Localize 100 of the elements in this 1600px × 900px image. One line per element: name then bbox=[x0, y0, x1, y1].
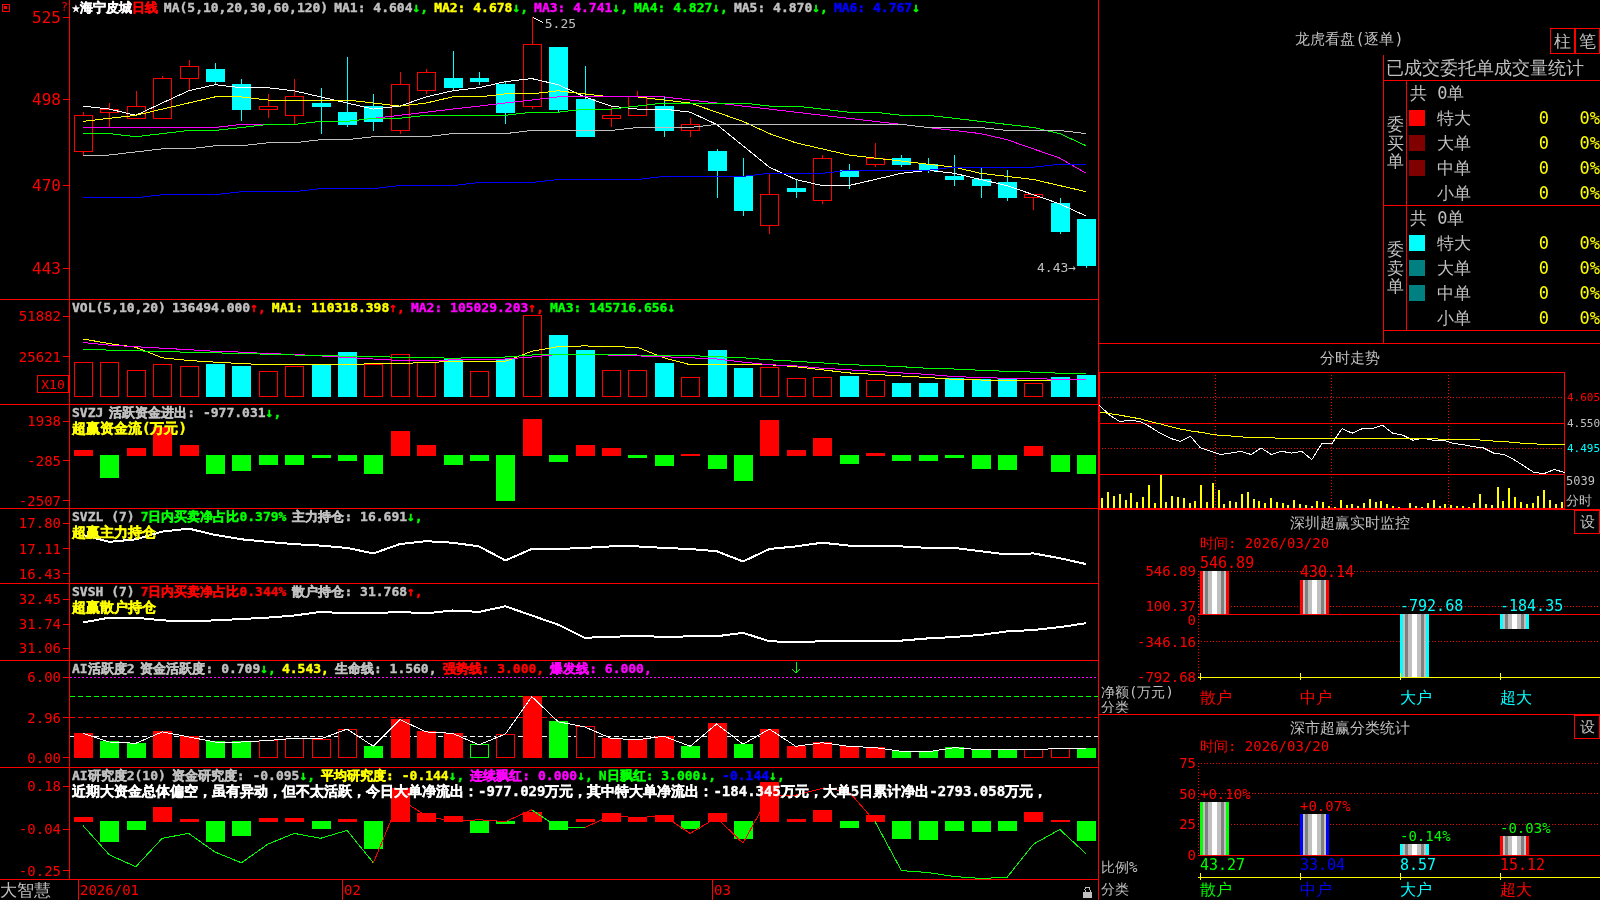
axis-title: 分类 bbox=[1101, 881, 1129, 897]
research-bar bbox=[918, 821, 938, 840]
volume-bar bbox=[680, 376, 700, 397]
flow-bar bbox=[73, 450, 93, 457]
order-type-label: 小单 bbox=[1436, 307, 1472, 328]
activity-bar bbox=[759, 728, 779, 759]
axis-label: 50 bbox=[1179, 785, 1196, 802]
candle bbox=[337, 56, 357, 128]
view-toggle-button[interactable]: 柱 bbox=[1550, 28, 1575, 54]
volume-bar bbox=[759, 367, 779, 397]
research-bar bbox=[839, 821, 859, 828]
volume-bar bbox=[733, 367, 753, 397]
flow-bar bbox=[997, 455, 1017, 470]
research-bar bbox=[627, 818, 647, 823]
flow-bar bbox=[469, 455, 489, 462]
axis-label: -285 bbox=[27, 452, 61, 469]
volume-bar bbox=[627, 369, 647, 397]
flow-bar bbox=[1050, 455, 1070, 472]
activity-bar bbox=[205, 741, 225, 759]
order-count: 0 bbox=[1537, 233, 1549, 254]
indicator-label: ↓, bbox=[577, 768, 593, 783]
indicator-label: 连续飘红: 0.000 bbox=[470, 768, 578, 783]
activity-bar bbox=[575, 726, 595, 759]
candle bbox=[179, 59, 199, 92]
indicator-label: MA6: 4.767 bbox=[833, 0, 913, 15]
research-bar bbox=[73, 817, 93, 823]
indicator-label: 4.543, bbox=[281, 661, 329, 676]
axis-label: 25 bbox=[1179, 816, 1196, 833]
activity-bar bbox=[918, 751, 938, 759]
flow-bar bbox=[707, 455, 727, 470]
indicator-label: -0.144 bbox=[722, 768, 770, 783]
volume-bar bbox=[1076, 374, 1096, 397]
candle bbox=[654, 96, 674, 138]
scale-toggle[interactable]: X10 bbox=[36, 374, 69, 393]
group-label: 委卖单 bbox=[1386, 239, 1404, 297]
help-mark[interactable]: ? bbox=[60, 0, 68, 14]
volume-bar bbox=[390, 353, 410, 397]
indicator-label: 散户持仓: 31.768 bbox=[292, 584, 408, 599]
research-bar bbox=[337, 819, 357, 823]
research-bar bbox=[99, 821, 119, 842]
activity-bar bbox=[152, 731, 172, 759]
view-toggle-button[interactable]: 笔 bbox=[1575, 28, 1600, 54]
activity-bar bbox=[891, 750, 911, 759]
activity-bar bbox=[733, 743, 753, 759]
candle bbox=[601, 105, 621, 128]
activity-bar bbox=[99, 741, 119, 759]
flow-bar bbox=[1023, 445, 1043, 457]
order-type-label: 中单 bbox=[1436, 282, 1472, 303]
candle bbox=[944, 154, 964, 187]
candle bbox=[205, 62, 225, 86]
volume-bar bbox=[575, 350, 595, 397]
indicator-label: ↓, bbox=[407, 509, 423, 524]
research-bar bbox=[1076, 821, 1096, 841]
order-share: 0% bbox=[1578, 282, 1600, 303]
research-bar bbox=[971, 821, 991, 832]
flow-bar bbox=[337, 455, 357, 462]
research-bar bbox=[812, 810, 832, 823]
axis-label: -792.68 bbox=[1137, 669, 1196, 685]
indicator-label: ↑, bbox=[250, 300, 266, 315]
settings-button[interactable]: 设 bbox=[1574, 715, 1600, 739]
indicator-label: 7日内买卖净占比0.344% bbox=[140, 584, 287, 599]
indicator-label: VOL(5,10,20) bbox=[72, 300, 166, 315]
candle bbox=[469, 71, 489, 86]
research-bar bbox=[601, 813, 621, 823]
flow-bar bbox=[99, 455, 119, 478]
activity-bar bbox=[680, 745, 700, 759]
candle bbox=[759, 172, 779, 235]
axis-label: -346.16 bbox=[1137, 633, 1196, 650]
panel-title: 深圳超赢实时监控 bbox=[1289, 514, 1410, 532]
research-bar bbox=[469, 821, 489, 833]
activity-bar bbox=[363, 745, 383, 759]
candle bbox=[363, 93, 383, 132]
candle bbox=[680, 117, 700, 138]
indicator-label: 超赢散户持仓 bbox=[72, 599, 156, 615]
indicator-label: ↓, bbox=[412, 0, 429, 15]
indicator-label: ↓, bbox=[612, 0, 628, 15]
axis-label: 25621 bbox=[18, 348, 61, 365]
indicator-label: ↑, bbox=[389, 300, 405, 315]
value-label: 15.12 bbox=[1500, 856, 1546, 874]
research-bar bbox=[1050, 820, 1070, 823]
lock-icon[interactable] bbox=[1083, 886, 1092, 898]
activity-bar bbox=[865, 747, 885, 759]
research-bar bbox=[363, 821, 383, 849]
research-bar bbox=[284, 818, 304, 823]
activity-bar bbox=[258, 740, 278, 759]
value-label: -184.35 bbox=[1500, 597, 1564, 616]
activity-bar bbox=[548, 721, 568, 759]
volume-bar bbox=[284, 366, 304, 397]
indicator-label: 平均研究度: -0.144 bbox=[321, 768, 449, 783]
activity-bar bbox=[627, 739, 647, 759]
volume-bar bbox=[231, 366, 251, 397]
order-total: 共 0单 bbox=[1410, 208, 1465, 229]
value-label: 546.89 bbox=[1200, 554, 1255, 572]
volume-bar bbox=[469, 371, 489, 397]
flow-bar bbox=[971, 455, 991, 469]
candle bbox=[1050, 197, 1070, 235]
axis-label: 443 bbox=[32, 258, 61, 278]
settings-button[interactable]: 设 bbox=[1574, 510, 1600, 534]
square-icon[interactable] bbox=[1, 3, 10, 12]
axis-title: 净额(万元) bbox=[1101, 684, 1174, 700]
